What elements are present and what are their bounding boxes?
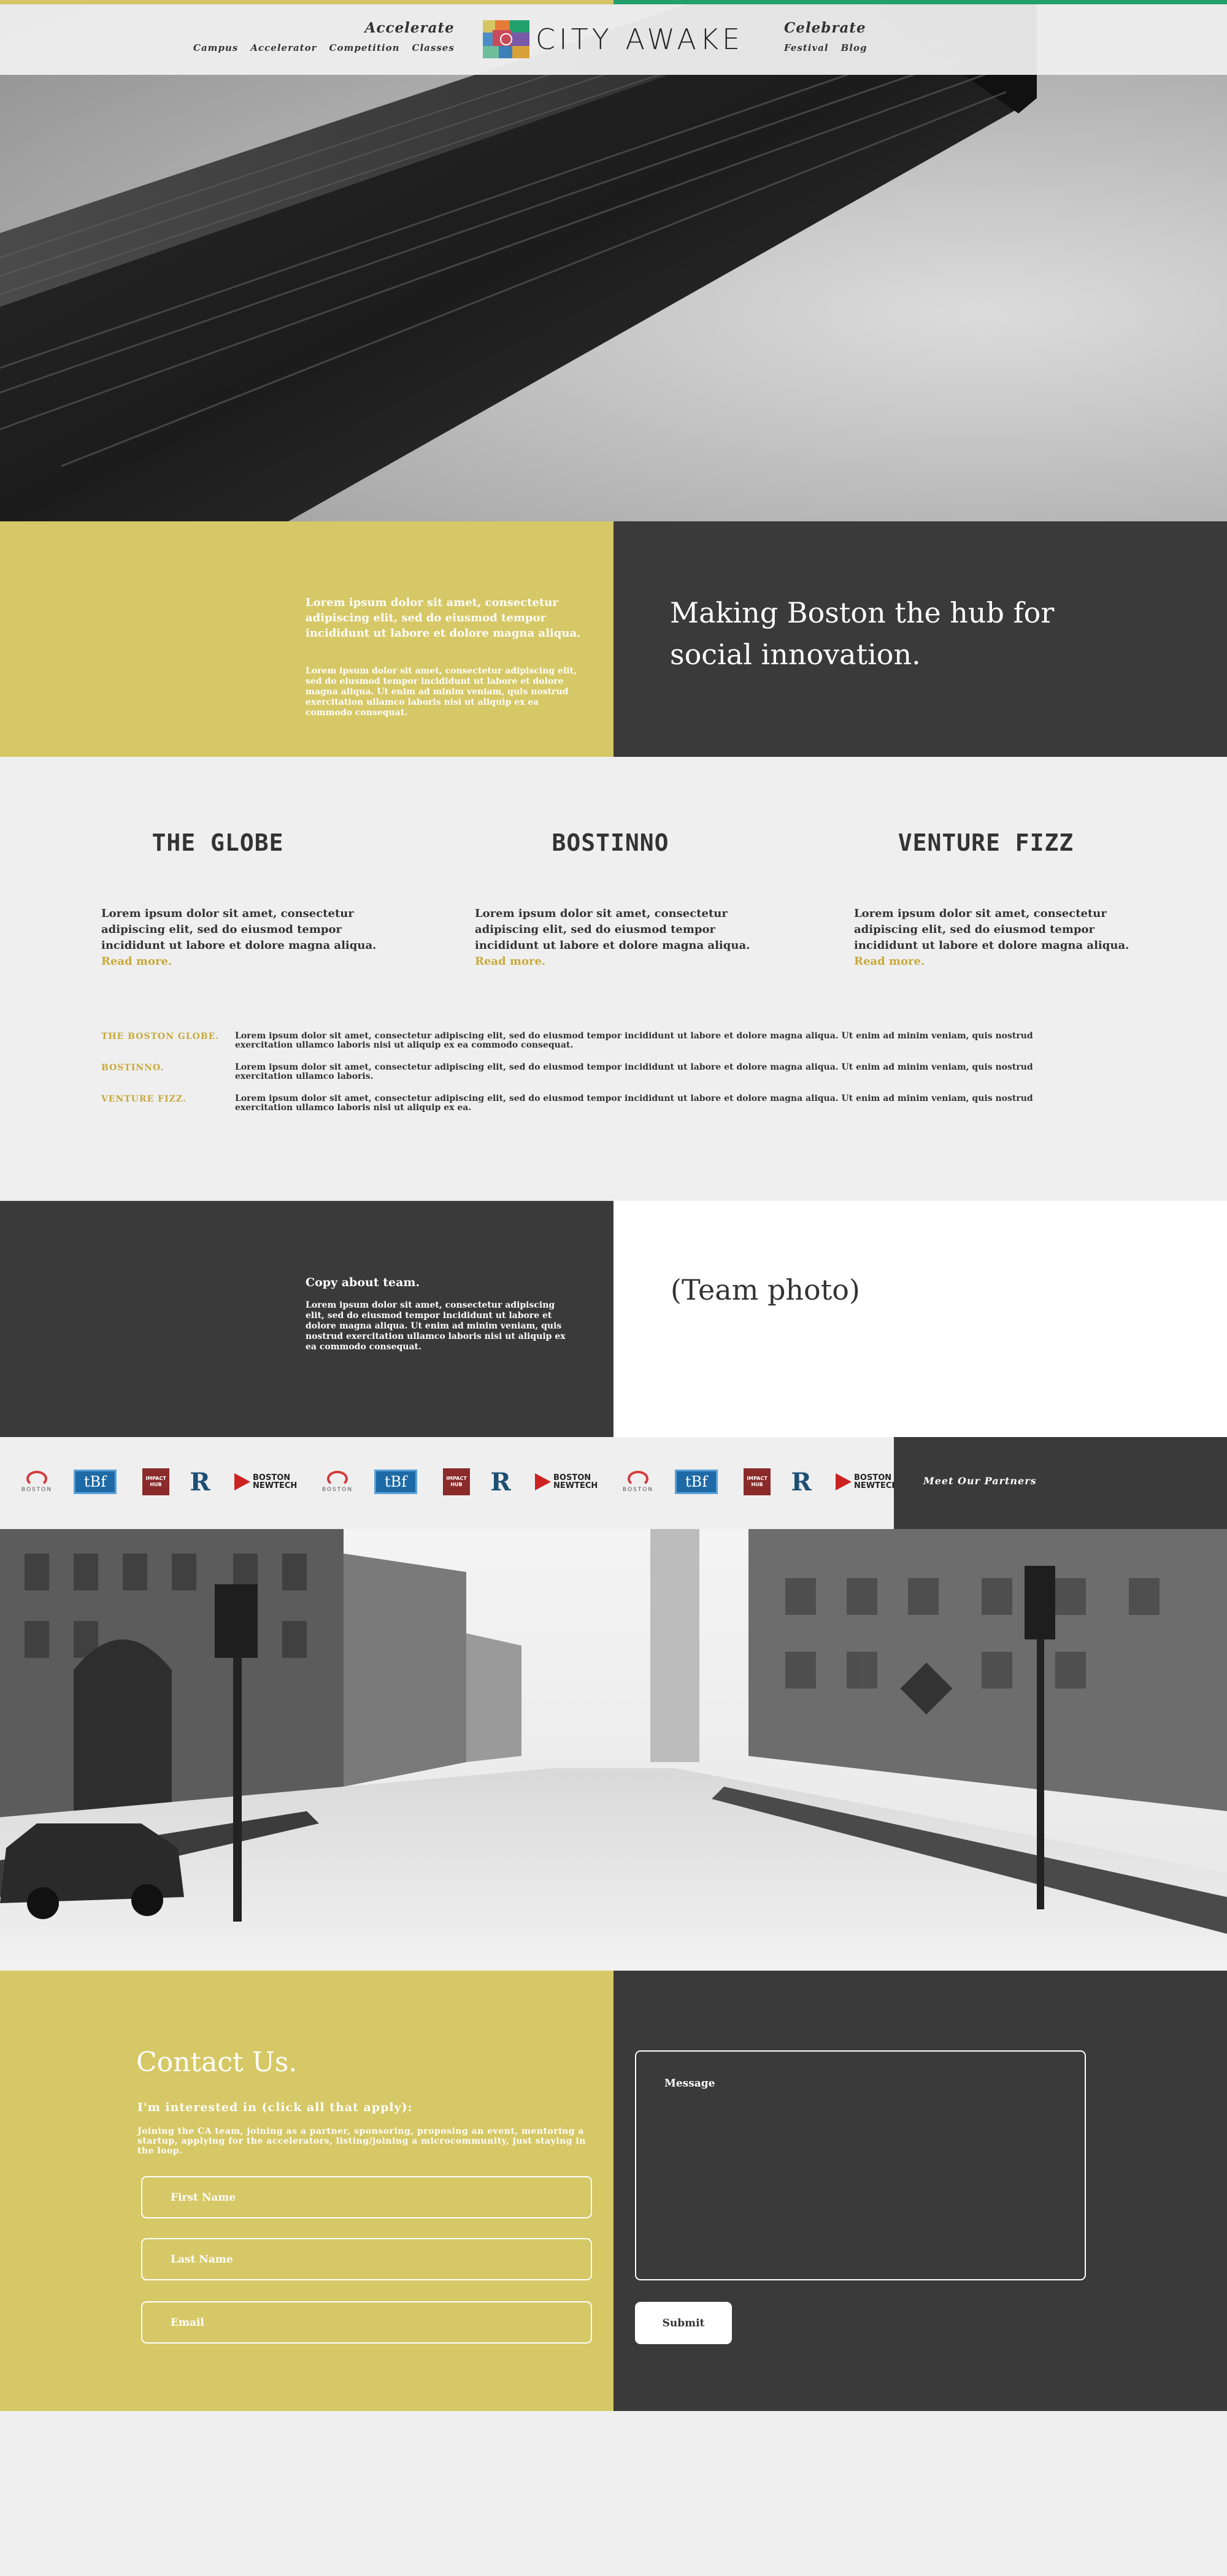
partners-cta-panel: Meet Our Partners [894,1437,1227,1529]
spiral-logo[interactable]: BOSTON [620,1468,656,1496]
impact-hub-logo[interactable]: IMPACT HUB [744,1468,771,1496]
partner-label: BOSTON [21,1487,53,1493]
celebrate-nav: Celebrate Festival Blog [784,20,867,53]
press-name: BOSTINNO [552,829,669,856]
partner-label: R [490,1467,511,1497]
mission-lead: Lorem ipsum dolor sit amet, consectetur … [306,596,581,640]
contact-title: Contact Us. [136,2047,298,2078]
nav-link-classes[interactable]: Classes [412,42,455,53]
team-photo-panel: (Team photo) [614,1201,1227,1437]
press-section: THE GLOBE Lorem ipsum dolor sit amet, co… [0,757,1227,1201]
tbf-logo[interactable]: tBf [374,1468,417,1496]
nav-link-blog[interactable]: Blog [841,42,867,53]
partner-label: tBf [685,1473,708,1490]
mission-copy-panel: Lorem ipsum dolor sit amet, consectetur … [0,521,614,757]
press-excerpt-text: Lorem ipsum dolor sit amet, consectetur … [854,907,1129,952]
quote-text: Lorem ipsum dolor sit amet, consectetur … [235,1031,1033,1050]
partner-label: R [791,1467,812,1497]
press-quote-row: BOSTINNO. Lorem ipsum dolor sit amet, co… [101,1063,1058,1081]
spiral-logo[interactable]: BOSTON [18,1468,55,1496]
tagline-panel: Making Boston the hub for social innovat… [614,521,1227,757]
impact-hub-logo[interactable]: IMPACT HUB [443,1468,470,1496]
quote-source: THE BOSTON GLOBE. [101,1032,220,1041]
quote-text: Lorem ipsum dolor sit amet, consectetur … [235,1094,1033,1113]
boston-newtech-logo[interactable]: BOSTON NEWTECH [531,1468,606,1496]
page: Accelerate Campus Accelerator Competitio… [0,0,1227,2576]
press-excerpt: Lorem ipsum dolor sit amet, consectetur … [101,906,383,970]
press-quote-row: THE BOSTON GLOBE. Lorem ipsum dolor sit … [101,1032,1058,1050]
contact-interest-label: I'm interested in (click all that apply)… [137,2101,413,2114]
contact-interest-options[interactable]: Joining the CA team, joining as a partne… [137,2126,591,2156]
press-excerpt-text: Lorem ipsum dolor sit amet, consectetur … [475,907,750,952]
partner-label: BOSTON NEWTECH [553,1473,598,1490]
quote-text: Lorem ipsum dolor sit amet, consectetur … [235,1062,1033,1081]
street-scene-graphic [0,1529,1227,1971]
team-body: Lorem ipsum dolor sit amet, consectetur … [306,1300,566,1352]
site-header: Accelerate Campus Accelerator Competitio… [0,4,1227,75]
spiral-logo[interactable]: BOSTON [319,1468,356,1496]
press-excerpt-text: Lorem ipsum dolor sit amet, consectetur … [101,907,377,952]
partner-label: BOSTON [321,1487,353,1493]
partner-label: BOSTON NEWTECH [253,1473,298,1490]
quote-source: BOSTINNO. [101,1063,164,1073]
first-name-field[interactable] [141,2176,592,2218]
accelerate-nav: Accelerate Campus Accelerator Competitio… [193,20,455,53]
nav-link-competition[interactable]: Competition [329,42,400,53]
boston-newtech-logo[interactable]: BOSTON NEWTECH [231,1468,306,1496]
press-name: THE GLOBE [152,829,284,856]
partner-label: tBf [83,1473,107,1490]
partner-label: tBf [384,1473,407,1490]
tbf-logo[interactable]: tBf [74,1468,117,1496]
partner-logo-strip: BOSTON tBf IMPACT HUB R BOSTON NEWTECH BOSTON… [0,1437,898,1529]
partner-label: IMPACT HUB [747,1476,767,1487]
r-logo[interactable]: R [789,1467,814,1497]
team-copy-panel: Copy about team. Lorem ipsum dolor sit a… [0,1201,614,1437]
read-more-link[interactable]: Read more. [475,955,545,968]
last-name-field[interactable] [141,2238,592,2280]
email-field[interactable] [141,2301,592,2344]
hero-building-graphic [0,0,1037,521]
accelerate-heading[interactable]: Accelerate [359,20,455,36]
message-field[interactable] [635,2050,1086,2280]
site-logo[interactable]: CITY AWAKE [483,20,744,58]
submit-button[interactable]: Submit [635,2302,732,2344]
r-logo[interactable]: R [188,1467,212,1497]
contact-message-panel: Submit [614,1971,1227,2411]
celebrate-heading[interactable]: Celebrate [784,20,867,36]
street-image [0,1529,1227,1971]
team-heading: Copy about team. [306,1276,420,1289]
press-quote-row: VENTURE FIZZ. Lorem ipsum dolor sit amet… [101,1094,1058,1113]
hero-image [0,0,1227,521]
impact-hub-logo[interactable]: IMPACT HUB [142,1468,169,1496]
nav-link-campus[interactable]: Campus [193,42,238,53]
quote-source: VENTURE FIZZ. [101,1094,187,1104]
tbf-logo[interactable]: tBf [675,1468,718,1496]
logo-wordmark: CITY AWAKE [536,23,744,56]
team-photo-placeholder: (Team photo) [671,1273,860,1306]
city-awake-mark-icon [483,20,529,58]
nav-link-accelerator[interactable]: Accelerator [250,42,317,53]
mission-body: Lorem ipsum dolor sit amet, consectetur … [306,666,577,718]
nav-link-festival[interactable]: Festival [784,42,829,53]
read-more-link[interactable]: Read more. [854,955,925,968]
partner-label: IMPACT HUB [145,1476,166,1487]
r-logo[interactable]: R [488,1467,513,1497]
partner-label: R [190,1467,210,1497]
tagline: Making Boston the hub for social innovat… [670,596,1055,671]
accent-bar-left [0,0,614,4]
partner-label: BOSTON [622,1487,654,1493]
accent-bar-right [614,0,1227,4]
contact-form-panel: Contact Us. I'm interested in (click all… [0,1971,614,2411]
press-name: VENTURE FIZZ [898,829,1074,856]
press-excerpt: Lorem ipsum dolor sit amet, consectetur … [475,906,757,970]
partner-label: IMPACT HUB [446,1476,467,1487]
read-more-link[interactable]: Read more. [101,955,172,968]
meet-partners-link[interactable]: Meet Our Partners [923,1475,1037,1487]
press-excerpt: Lorem ipsum dolor sit amet, consectetur … [854,906,1136,970]
